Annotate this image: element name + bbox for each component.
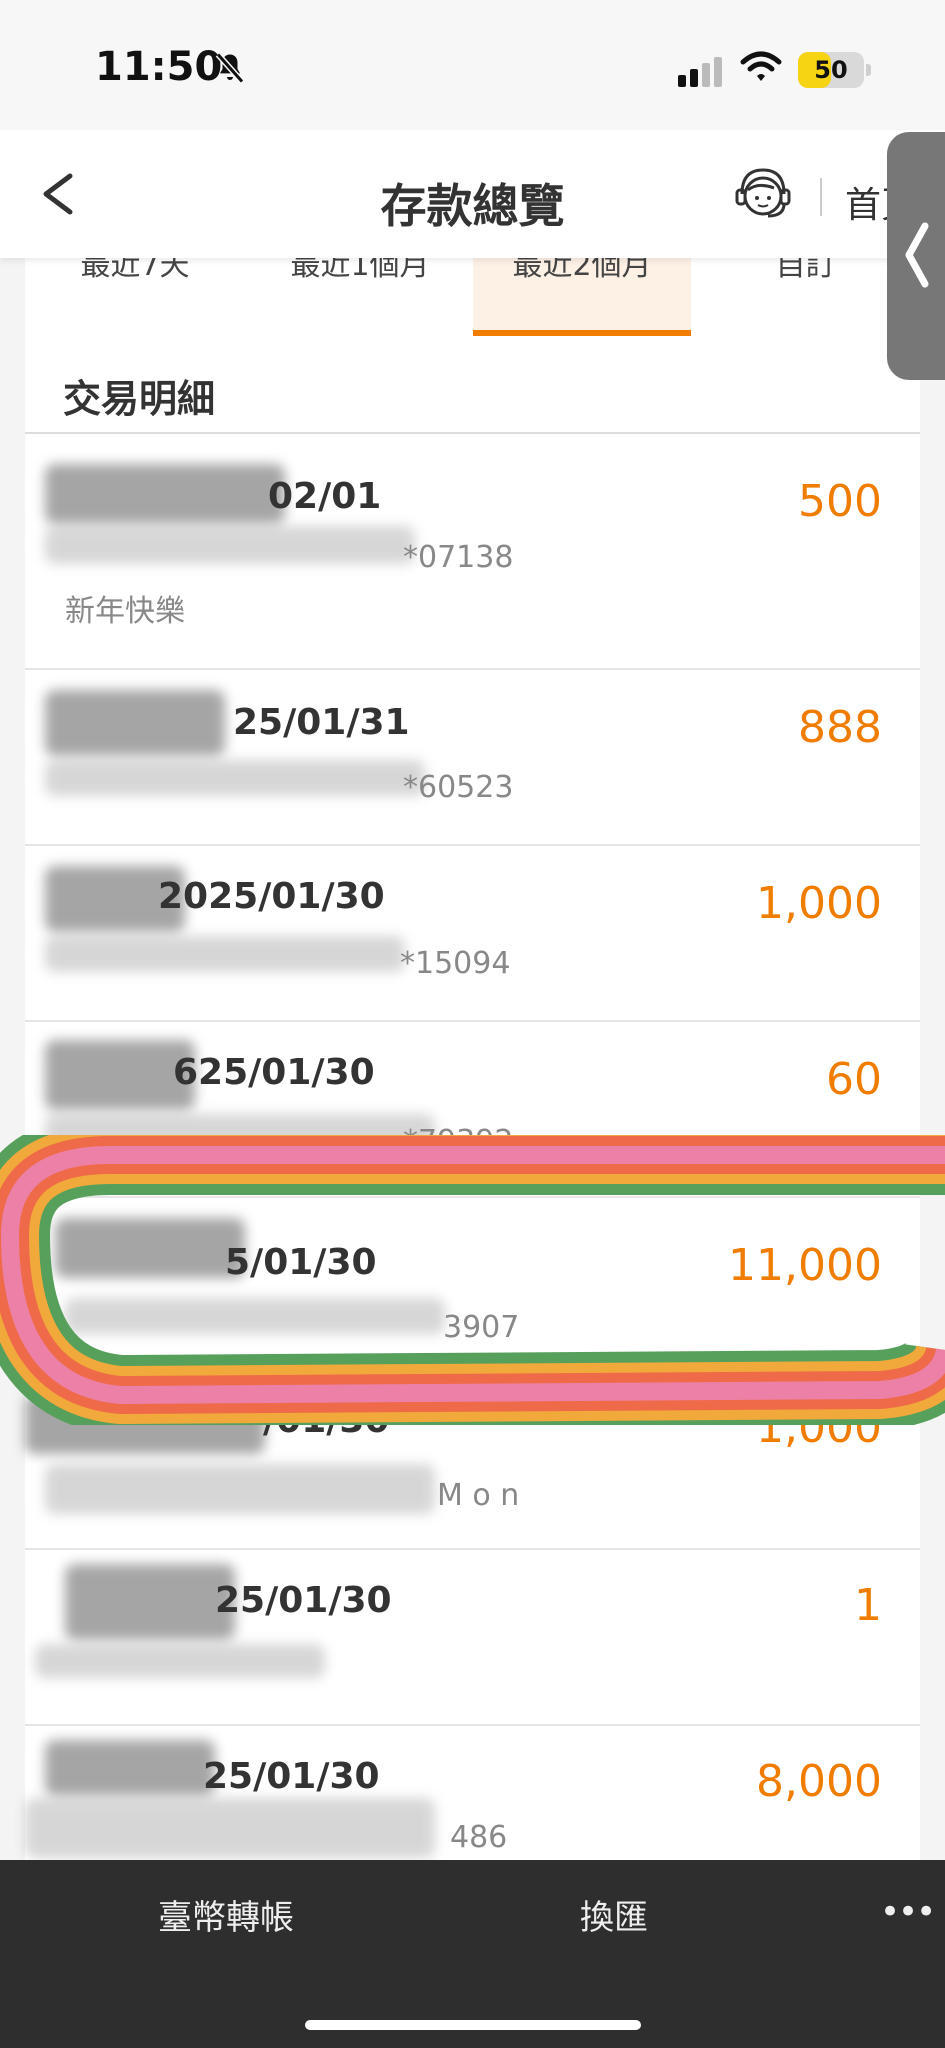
transaction-date: 02/01 [268, 476, 382, 517]
customer-service-icon[interactable] [730, 160, 796, 226]
redacted-blur [65, 1298, 445, 1334]
app-header: 存款總覽 首頁 [0, 130, 945, 258]
transaction-date: 25/01/30 [203, 1756, 380, 1797]
tab-last-1-month[interactable]: 最近1個月 [245, 258, 475, 336]
transaction-amount: 11,000 [728, 1240, 882, 1291]
transaction-row[interactable]: 25/01/30 1 [25, 1550, 920, 1726]
transaction-account: 486 [450, 1820, 508, 1855]
transaction-amount: 8,000 [756, 1756, 882, 1807]
silent-bell-icon [215, 52, 245, 84]
redacted-blur [55, 1218, 245, 1278]
side-drawer-tab[interactable] [887, 132, 945, 380]
status-bar: 11:50 50 [0, 0, 945, 130]
redacted-blur [45, 1464, 435, 1514]
transaction-row[interactable]: 625/01/30 *79392 60 [25, 1022, 920, 1198]
section-title: 交易明細 [63, 377, 216, 421]
wifi-icon [740, 51, 782, 81]
redacted-blur [45, 760, 425, 796]
transaction-note: 新年快樂 [65, 594, 185, 629]
redacted-blur [25, 1394, 265, 1454]
redacted-blur [45, 1114, 435, 1150]
transaction-amount: 60 [826, 1054, 882, 1105]
transaction-account: *79392 [403, 1124, 514, 1159]
tab-last-7-days[interactable]: 最近7天 [25, 258, 245, 336]
transaction-amount: 1,000 [756, 878, 882, 929]
tab-last-2-months[interactable]: 最近2個月 [473, 258, 691, 336]
battery-tip [866, 64, 871, 76]
battery-level: 50 [814, 56, 848, 84]
transaction-row[interactable]: /01/30 M o n 1,000 [25, 1374, 920, 1550]
redacted-blur [45, 526, 415, 564]
transaction-account: M o n [437, 1478, 520, 1513]
transaction-row[interactable]: 5/01/30 3907 11,000 [25, 1198, 920, 1374]
transaction-amount: 500 [798, 476, 882, 527]
transaction-row[interactable]: 02/01 *07138 新年快樂 500 [25, 434, 920, 670]
page-title: 存款總覽 [380, 179, 565, 233]
redacted-blur [35, 1644, 325, 1678]
redacted-blur [45, 936, 405, 972]
transaction-account: *15094 [400, 946, 511, 981]
transaction-account: 3907 [443, 1310, 520, 1345]
exchange-button[interactable]: 換匯 [580, 1890, 648, 1939]
chevron-left-icon [905, 222, 929, 288]
transaction-date: 2025/01/30 [158, 876, 385, 917]
transaction-row[interactable]: 25/01/31 *60523 888 [25, 670, 920, 846]
twd-transfer-button[interactable]: 臺幣轉帳 [158, 1890, 294, 1939]
period-tabs: 最近7天 最近1個月 最近2個月 自訂 [25, 258, 920, 336]
header-divider [820, 178, 822, 216]
redacted-blur [25, 1798, 435, 1858]
redacted-blur [45, 1740, 215, 1796]
redacted-blur [45, 690, 225, 756]
transaction-date: 625/01/30 [173, 1052, 375, 1093]
transaction-date: /01/30 [263, 1400, 390, 1441]
tab-custom[interactable]: 自訂 [691, 258, 920, 336]
more-options-icon[interactable]: ••• [880, 1892, 936, 1932]
redacted-blur [65, 1564, 235, 1640]
transaction-amount: 888 [798, 702, 882, 753]
home-indicator [305, 2020, 641, 2030]
transaction-account: *60523 [403, 770, 514, 805]
transaction-date: 5/01/30 [225, 1242, 377, 1283]
transaction-row[interactable]: 25/01/30 486 8,000 [25, 1726, 920, 1868]
bottom-action-bar: 臺幣轉帳 換匯 ••• [0, 1860, 945, 2048]
transaction-date: 25/01/31 [233, 702, 410, 743]
battery-indicator: 50 [798, 52, 864, 88]
transaction-section-header: 交易明細 [25, 336, 920, 434]
transaction-date: 25/01/30 [215, 1580, 392, 1621]
cellular-signal-icon [678, 57, 722, 87]
redacted-blur [45, 464, 285, 524]
status-time: 11:50 [95, 44, 223, 90]
transaction-row[interactable]: 2025/01/30 *15094 1,000 [25, 846, 920, 1022]
transaction-amount: 1,000 [756, 1402, 882, 1453]
transaction-account: *07138 [403, 540, 514, 575]
transaction-amount: 1 [854, 1580, 882, 1631]
